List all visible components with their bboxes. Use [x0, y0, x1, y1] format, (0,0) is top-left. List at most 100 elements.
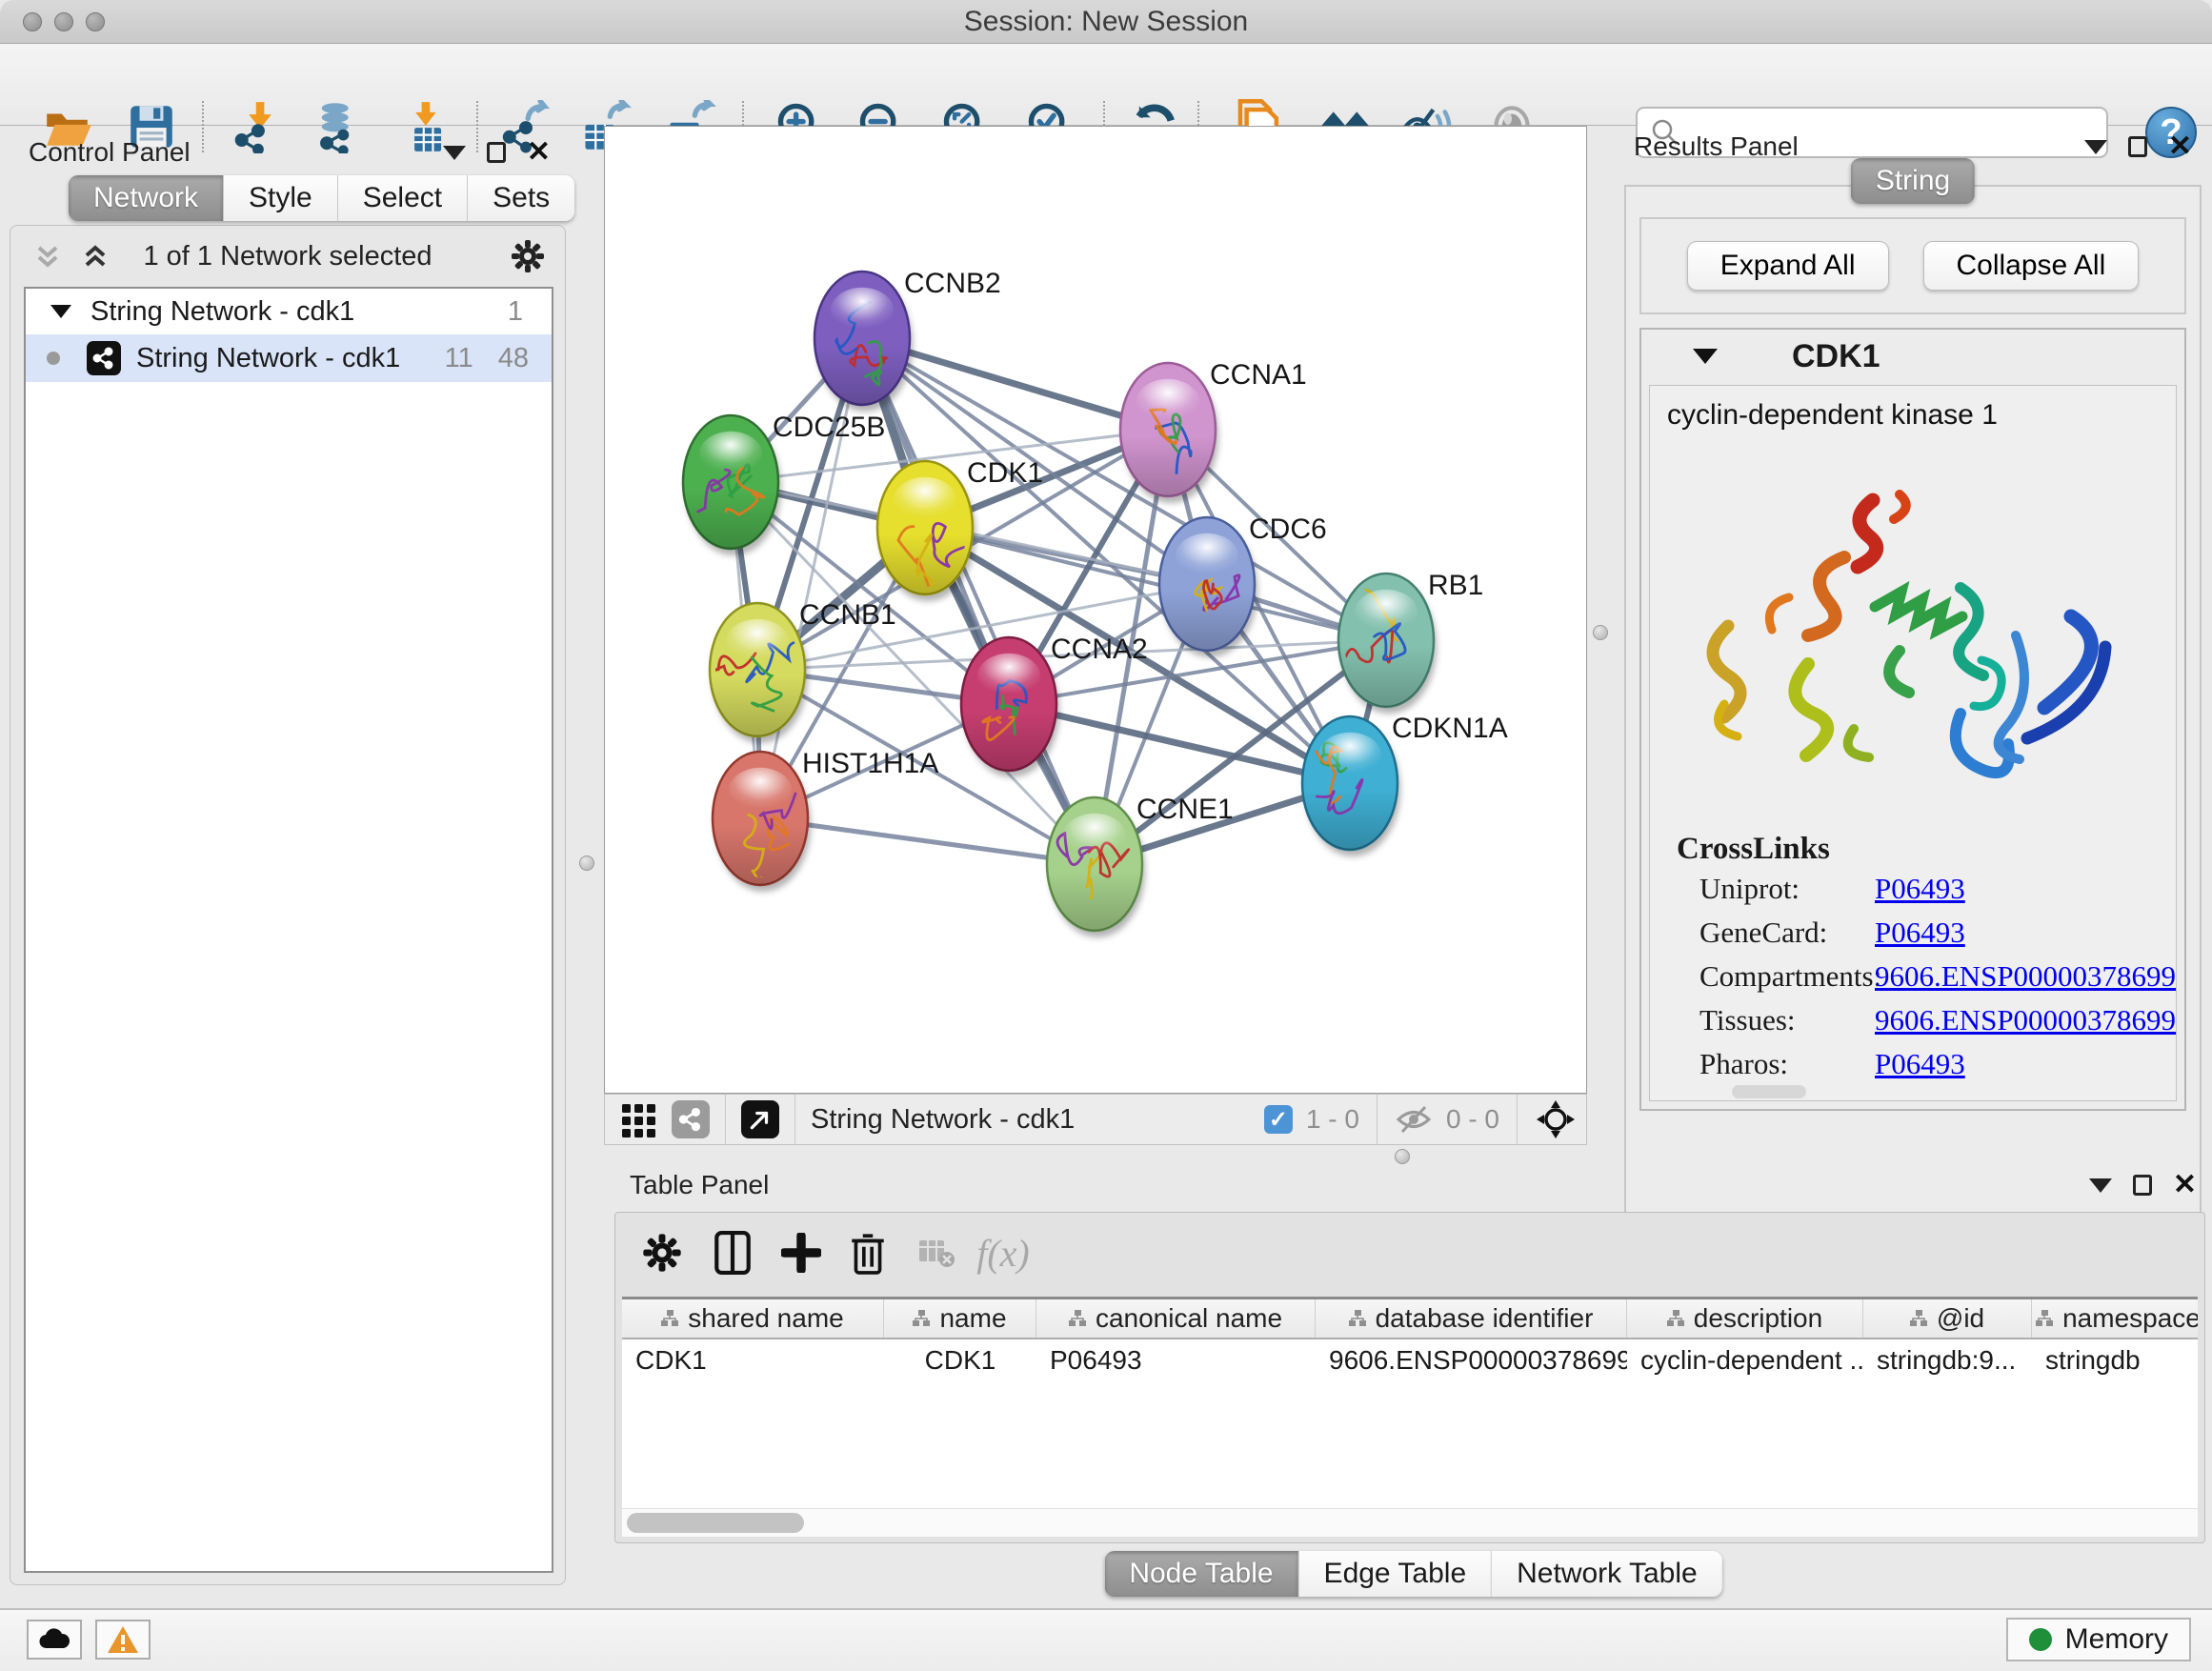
- gene-description: cyclin-dependent kinase 1: [1667, 399, 1998, 432]
- function-builder-icon[interactable]: f(x): [975, 1225, 1031, 1280]
- network-tab-content: 1 of 1 Network selected String Network -…: [10, 225, 566, 1585]
- node-HIST1H1A[interactable]: HIST1H1A: [713, 748, 938, 892]
- network-tree: String Network - cdk1 1 String Network -…: [24, 287, 553, 1573]
- birdseye-view-icon[interactable]: [1535, 1098, 1577, 1140]
- edge-CCNB2-CCNE1[interactable]: [862, 338, 1095, 864]
- column-header[interactable]: @id: [1863, 1299, 2032, 1338]
- close-panel-icon[interactable]: ✕: [2168, 132, 2192, 161]
- columns-icon[interactable]: [705, 1225, 760, 1280]
- control-panel-tabs: Network Style Select Sets: [69, 175, 574, 221]
- hidden-eye-icon[interactable]: [1395, 1103, 1433, 1136]
- network-icon: [87, 341, 121, 375]
- crosslink-label: Tissues:: [1699, 1003, 1796, 1037]
- node-label-CCNB2: CCNB2: [904, 268, 1001, 299]
- tree-expand-icon[interactable]: [50, 305, 71, 318]
- node-label-CCNA2: CCNA2: [1051, 634, 1148, 665]
- node-label-CDC6: CDC6: [1249, 513, 1327, 545]
- tab-node-table[interactable]: Node Table: [1104, 1551, 1298, 1597]
- edge-CCNB2-HIST1H1A[interactable]: [760, 338, 862, 818]
- tab-style[interactable]: Style: [224, 175, 338, 221]
- node-CCNA1[interactable]: CCNA1: [1120, 359, 1307, 503]
- delete-column-icon[interactable]: [840, 1225, 895, 1280]
- close-panel-icon[interactable]: ✕: [2173, 1171, 2197, 1199]
- crosslink-link[interactable]: 9606.ENSP00000378699: [1875, 959, 2176, 994]
- column-header[interactable]: namespace: [2032, 1299, 2198, 1338]
- node-CDK1[interactable]: CDK1: [877, 457, 1043, 601]
- network-graph[interactable]: CCNB2 CCNA1 CDC25B CDK1 CDC6RB1 CCNB1 CCNA2 CDK…: [605, 127, 1586, 1093]
- node-table[interactable]: shared name name canonical name database…: [622, 1297, 2198, 1537]
- collapse-gene-icon[interactable]: [1693, 349, 1718, 364]
- tab-select[interactable]: Select: [338, 175, 468, 221]
- table-header-row: shared name name canonical name database…: [622, 1299, 2198, 1339]
- tab-network[interactable]: Network: [69, 175, 224, 221]
- collapse-panel-icon[interactable]: [443, 146, 466, 160]
- network-name: String Network - cdk1: [136, 343, 400, 374]
- add-column-icon[interactable]: [774, 1225, 829, 1280]
- cloud-status-button[interactable]: [27, 1620, 82, 1660]
- node-CCNE1[interactable]: CCNE1: [1047, 794, 1234, 937]
- table-content-box: f(x) shared name name canonical name dat…: [614, 1212, 2205, 1543]
- node-label-CCNB1: CCNB1: [799, 599, 896, 631]
- table-row[interactable]: CDK1 CDK1 P06493 9606.ENSP00000378699 cy…: [622, 1339, 2198, 1381]
- crosslink-link[interactable]: P06493: [1875, 872, 1965, 906]
- network-canvas[interactable]: CCNB2 CCNA1 CDC25B CDK1 CDC6RB1 CCNB1 CCNA2 CDK…: [604, 126, 1587, 1094]
- window-title: Session: New Session: [0, 6, 2212, 38]
- close-panel-icon[interactable]: ✕: [527, 138, 551, 167]
- grid-view-icon[interactable]: [620, 1100, 658, 1138]
- current-network-dot: [47, 352, 60, 365]
- app-statusbar: Memory: [0, 1608, 2212, 1671]
- tab-string[interactable]: String: [1851, 158, 1975, 204]
- node-CDC6[interactable]: CDC6: [1159, 513, 1327, 657]
- float-panel-icon[interactable]: [2128, 136, 2147, 157]
- float-panel-icon[interactable]: [2133, 1175, 2152, 1196]
- node-label-CDKN1A: CDKN1A: [1392, 713, 1508, 744]
- memory-button[interactable]: Memory: [2006, 1618, 2191, 1661]
- horizontal-scrollbar[interactable]: [1732, 1085, 1806, 1098]
- right-splitter-handle[interactable]: [1593, 625, 1608, 640]
- column-header[interactable]: name: [884, 1299, 1036, 1338]
- node-label-CCNE1: CCNE1: [1136, 794, 1234, 825]
- collapse-all-button[interactable]: Collapse All: [1923, 241, 2140, 291]
- column-header[interactable]: shared name: [622, 1299, 884, 1338]
- warning-icon: [107, 1625, 139, 1654]
- column-header[interactable]: description: [1627, 1299, 1863, 1338]
- crosslink-label: Compartments:: [1699, 959, 1881, 994]
- gene-section: CDK1 cyclin-dependent kinase 1: [1639, 328, 2186, 1111]
- tab-edge-table[interactable]: Edge Table: [1299, 1551, 1493, 1597]
- gene-section-header[interactable]: CDK1: [1641, 330, 2184, 383]
- selected-checkbox-icon[interactable]: ✓: [1264, 1105, 1293, 1134]
- horizontal-scrollbar[interactable]: [622, 1508, 2198, 1537]
- network-row[interactable]: String Network - cdk1 11 48: [26, 334, 552, 382]
- open-in-new-window-icon[interactable]: [741, 1100, 779, 1138]
- collapse-panel-icon[interactable]: [2084, 140, 2107, 154]
- gear-icon[interactable]: [510, 238, 546, 274]
- column-header[interactable]: canonical name: [1036, 1299, 1316, 1338]
- tab-sets[interactable]: Sets: [468, 175, 574, 221]
- warning-status-button[interactable]: [95, 1620, 151, 1660]
- left-splitter-handle[interactable]: [579, 856, 594, 871]
- crosslink-link[interactable]: 9606.ENSP00000378699: [1875, 1003, 2176, 1037]
- node-CCNB2[interactable]: CCNB2: [814, 268, 1001, 412]
- network-selected-text: 1 of 1 Network selected: [10, 241, 565, 272]
- crosslink-link[interactable]: P06493: [1875, 1047, 1965, 1081]
- network-collection-row[interactable]: String Network - cdk1 1: [26, 289, 552, 334]
- node-CDKN1A[interactable]: CDKN1A: [1302, 713, 1508, 856]
- tab-network-table[interactable]: Network Table: [1492, 1551, 1722, 1597]
- gear-icon[interactable]: [634, 1225, 690, 1280]
- node-CCNB1[interactable]: CCNB1: [710, 599, 896, 743]
- control-panel-title: Control Panel: [29, 137, 191, 168]
- column-header[interactable]: database identifier: [1316, 1299, 1627, 1338]
- network-share-icon[interactable]: [672, 1100, 710, 1138]
- float-panel-icon[interactable]: [487, 142, 506, 163]
- bottom-splitter-handle[interactable]: [1395, 1149, 1410, 1164]
- scrollbar-thumb[interactable]: [627, 1513, 804, 1533]
- table-toolbar: f(x): [615, 1213, 2204, 1293]
- delete-table-icon[interactable]: [909, 1225, 964, 1280]
- crosslink-link[interactable]: P06493: [1875, 916, 1965, 950]
- node-RB1[interactable]: RB1: [1334, 569, 1484, 714]
- node-CDC25B[interactable]: CDC25B: [683, 412, 885, 555]
- node-label-CDC25B: CDC25B: [773, 412, 885, 443]
- edge-count: 48: [498, 343, 529, 374]
- collapse-panel-icon[interactable]: [2089, 1178, 2112, 1193]
- expand-all-button[interactable]: Expand All: [1687, 241, 1889, 291]
